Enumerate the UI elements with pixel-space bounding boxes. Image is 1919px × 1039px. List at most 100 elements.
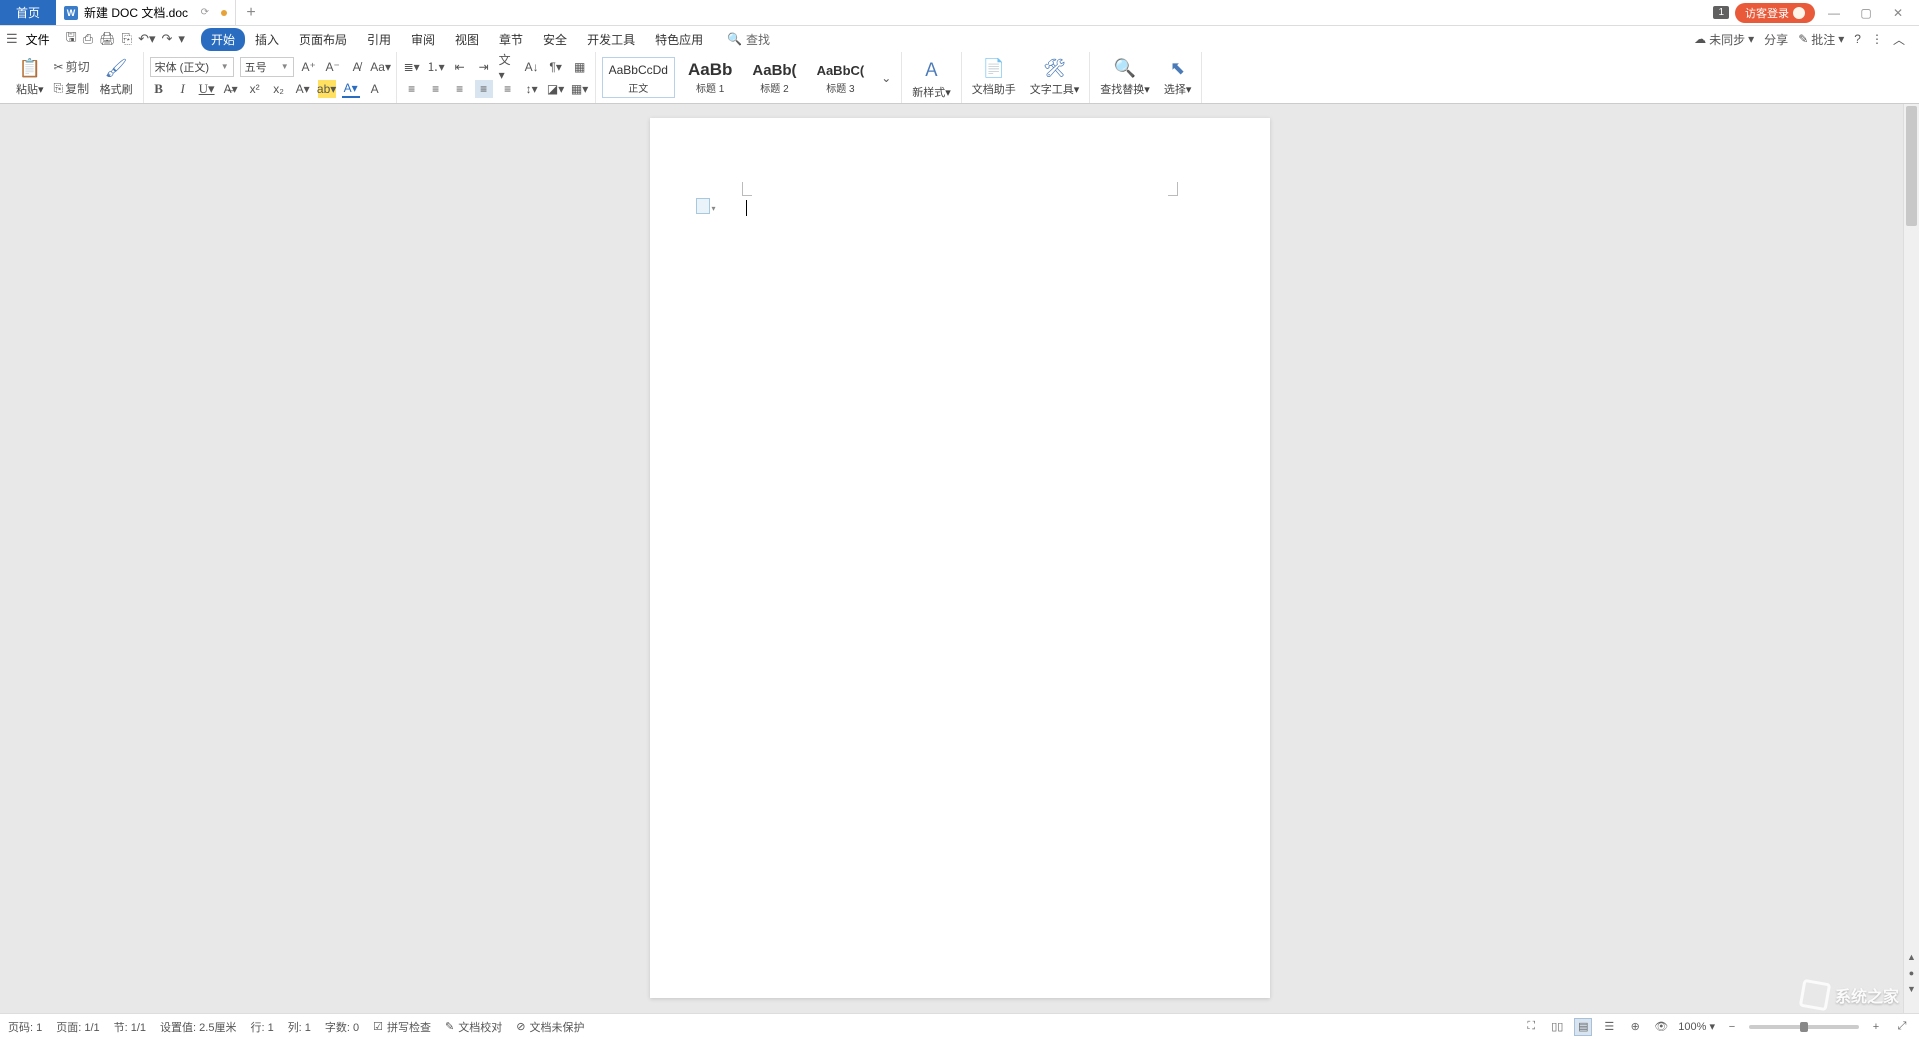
tab-insert[interactable]: 插入 xyxy=(245,28,289,51)
vertical-scrollbar[interactable]: ▲ ● ▼ xyxy=(1903,104,1919,1013)
tab-home[interactable]: 首页 xyxy=(0,0,56,25)
status-spellcheck[interactable]: ☑ 拼写检查 xyxy=(373,1019,431,1035)
line-spacing-button[interactable]: ↕▾ xyxy=(523,80,541,98)
sync-status[interactable]: ☁ 未同步▾ xyxy=(1694,31,1754,48)
font-size-combo[interactable]: 五号▼ xyxy=(240,57,294,77)
minimize-button[interactable]: — xyxy=(1821,6,1847,20)
view-read-icon[interactable]: ▯▯ xyxy=(1548,1018,1566,1036)
tab-add-button[interactable]: + xyxy=(236,0,266,25)
select-button[interactable]: ⬉ 选择▾ xyxy=(1160,58,1196,97)
zoom-level[interactable]: 100% ▾ xyxy=(1678,1020,1715,1033)
status-page[interactable]: 页面: 1/1 xyxy=(56,1019,99,1035)
doc-assist-button[interactable]: 📄 文档助手 xyxy=(968,58,1020,97)
show-formatting-button[interactable]: ▦ xyxy=(571,58,589,76)
grow-font-icon[interactable]: A⁺ xyxy=(300,58,318,76)
paste-button[interactable]: 📋 粘贴▾ xyxy=(12,58,48,97)
superscript-button[interactable]: x² xyxy=(246,80,264,98)
copy-button[interactable]: ⎘ 复制 xyxy=(54,80,90,97)
tab-review[interactable]: 审阅 xyxy=(401,28,445,51)
tab-dev-tools[interactable]: 开发工具 xyxy=(577,28,645,51)
font-name-combo[interactable]: 宋体 (正文)▼ xyxy=(150,57,234,77)
zoom-handle[interactable] xyxy=(1800,1022,1808,1032)
tab-references[interactable]: 引用 xyxy=(357,28,401,51)
clear-format-icon[interactable]: A̸ xyxy=(348,58,366,76)
tab-reload-icon[interactable]: ⟳ xyxy=(201,7,209,18)
save-icon[interactable]: 🖫 xyxy=(66,28,77,50)
decrease-indent-button[interactable]: ⇤ xyxy=(451,58,469,76)
document-canvas[interactable]: ▾ ▲ ● ▼ xyxy=(0,104,1919,1013)
status-words[interactable]: 字数: 0 xyxy=(325,1019,359,1035)
format-painter-button[interactable]: 🖌 格式刷 xyxy=(96,58,137,97)
qat-dropdown-icon[interactable]: ▾ xyxy=(178,31,185,47)
login-button[interactable]: 访客登录 xyxy=(1735,3,1815,23)
next-page-icon[interactable]: ▼ xyxy=(1904,981,1919,997)
tab-section[interactable]: 章节 xyxy=(489,28,533,51)
zoom-slider[interactable] xyxy=(1749,1025,1859,1029)
status-position[interactable]: 设置值: 2.5厘米 xyxy=(160,1019,236,1035)
numbering-button[interactable]: ⒈▾ xyxy=(427,58,445,76)
zoom-out-button[interactable]: − xyxy=(1723,1018,1741,1036)
help-icon[interactable]: ? xyxy=(1854,32,1861,46)
tab-document[interactable]: W 新建 DOC 文档.doc ⟳ xyxy=(56,0,236,25)
notification-badge[interactable]: 1 xyxy=(1713,6,1729,19)
scrollbar-thumb[interactable] xyxy=(1906,106,1917,226)
underline-button[interactable]: U▾ xyxy=(198,80,216,98)
italic-button[interactable]: I xyxy=(174,80,192,98)
tab-view[interactable]: 视图 xyxy=(445,28,489,51)
sort-button[interactable]: A↓ xyxy=(523,58,541,76)
styles-more-icon[interactable]: ⌄ xyxy=(877,69,895,87)
status-row[interactable]: 行: 1 xyxy=(250,1019,273,1035)
cut-button[interactable]: ✂ 剪切 xyxy=(54,58,90,75)
align-right-button[interactable]: ≡ xyxy=(451,80,469,98)
maximize-button[interactable]: ▢ xyxy=(1853,6,1879,20)
content-widget-dropdown-icon[interactable]: ▾ xyxy=(712,204,716,213)
text-direction-button[interactable]: 文▾ xyxy=(499,58,517,76)
tab-start[interactable]: 开始 xyxy=(201,28,245,51)
print-preview-icon[interactable]: ⎙ xyxy=(83,31,93,47)
view-outline-icon[interactable]: ☰ xyxy=(1600,1018,1618,1036)
redo-icon[interactable]: ↷ xyxy=(162,31,173,47)
status-page-num[interactable]: 页码: 1 xyxy=(8,1019,42,1035)
strikethrough-button[interactable]: A̶▾ xyxy=(222,80,240,98)
fit-page-icon[interactable]: ⤢ xyxy=(1893,1018,1911,1036)
text-tools-button[interactable]: 🛠 文字工具▾ xyxy=(1026,58,1084,97)
hamburger-icon[interactable]: ☰ xyxy=(6,31,18,47)
shrink-font-icon[interactable]: A⁻ xyxy=(324,58,342,76)
file-menu[interactable]: 文件 xyxy=(26,31,50,48)
tab-security[interactable]: 安全 xyxy=(533,28,577,51)
style-heading1[interactable]: AaBb 标题 1 xyxy=(681,57,739,98)
status-col[interactable]: 列: 1 xyxy=(288,1019,311,1035)
status-protect[interactable]: ⊘ 文档未保护 xyxy=(516,1019,584,1035)
increase-indent-button[interactable]: ⇥ xyxy=(475,58,493,76)
justify-button[interactable]: ≡ xyxy=(475,80,493,98)
subscript-button[interactable]: x₂ xyxy=(270,80,288,98)
bullets-button[interactable]: ≣▾ xyxy=(403,58,421,76)
browse-object-icon[interactable]: ● xyxy=(1904,965,1919,981)
tab-page-layout[interactable]: 页面布局 xyxy=(289,28,357,51)
align-left-button[interactable]: ≡ xyxy=(403,80,421,98)
status-section[interactable]: 节: 1/1 xyxy=(114,1019,146,1035)
borders-button[interactable]: ▦▾ xyxy=(571,80,589,98)
tab-special[interactable]: 特色应用 xyxy=(645,28,713,51)
style-heading2[interactable]: AaBb( 标题 2 xyxy=(745,57,803,98)
undo-icon[interactable]: ↶▾ xyxy=(138,31,155,47)
bold-button[interactable]: B xyxy=(150,80,168,98)
shading-button[interactable]: ◪▾ xyxy=(547,80,565,98)
search-box[interactable]: 🔍 查找 xyxy=(727,31,770,48)
more-icon[interactable]: ⋮ xyxy=(1871,32,1883,46)
find-replace-button[interactable]: 🔍 查找替换▾ xyxy=(1096,58,1154,97)
style-heading3[interactable]: AaBbC( 标题 3 xyxy=(810,57,872,98)
highlight-button[interactable]: ab▾ xyxy=(318,80,336,98)
view-eye-icon[interactable]: 👁 xyxy=(1652,1018,1670,1036)
prev-page-icon[interactable]: ▲ xyxy=(1904,949,1919,965)
zoom-in-button[interactable]: + xyxy=(1867,1018,1885,1036)
view-fullscreen-icon[interactable]: ⛶ xyxy=(1522,1018,1540,1036)
font-color-button[interactable]: A▾ xyxy=(342,80,360,98)
export-icon[interactable]: ⎘ xyxy=(122,31,132,47)
collapse-ribbon-icon[interactable]: ︿ xyxy=(1893,31,1905,48)
print-icon[interactable]: 🖨 xyxy=(99,31,116,47)
paragraph-marks-button[interactable]: ¶▾ xyxy=(547,58,565,76)
style-body[interactable]: AaBbCcDd 正文 xyxy=(602,57,675,98)
share-button[interactable]: 分享 xyxy=(1764,31,1788,48)
close-button[interactable]: ✕ xyxy=(1885,6,1911,20)
